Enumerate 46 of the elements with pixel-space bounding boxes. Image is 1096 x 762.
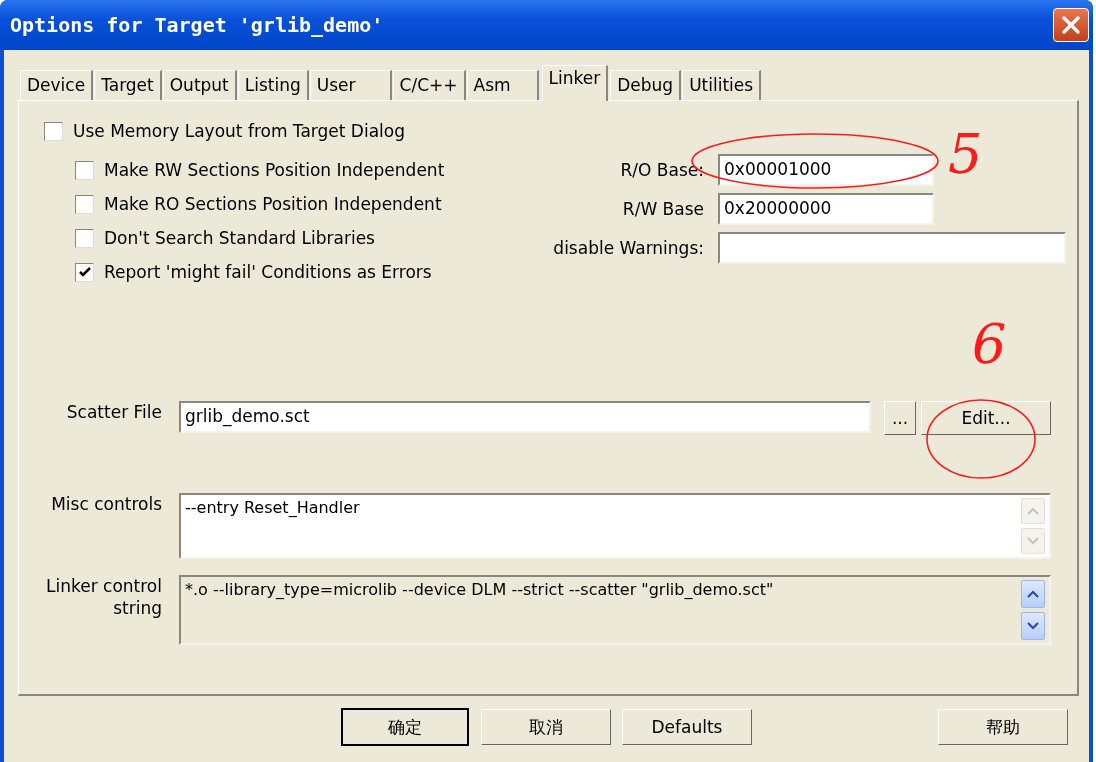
- edit-button[interactable]: Edit...: [921, 401, 1051, 435]
- dialog-button[interactable]: Defaults: [622, 709, 752, 745]
- checkbox-label: Don't Search Standard Libraries: [104, 228, 375, 248]
- tab[interactable]: Device: [20, 70, 94, 100]
- annotation-number: 5: [948, 128, 983, 182]
- checkbox[interactable]: [44, 121, 63, 141]
- field-label: R/W Base: [621, 199, 704, 219]
- dialog-button[interactable]: 确定: [342, 709, 468, 745]
- checkbox-label: Use Memory Layout from Target Dialog: [73, 121, 405, 141]
- checkbox[interactable]: [75, 228, 94, 248]
- window-title: Options for Target 'grlib_demo': [10, 13, 384, 37]
- input-field[interactable]: grlib_demo.sct: [179, 401, 871, 433]
- checkbox[interactable]: [75, 194, 94, 214]
- input-field[interactable]: 0x20000000: [718, 193, 934, 225]
- close-button[interactable]: [1053, 8, 1089, 42]
- tab[interactable]: C/C++: [392, 70, 466, 100]
- tab[interactable]: Listing: [237, 70, 309, 100]
- field-label: R/O Base:: [619, 160, 704, 180]
- dialog-button[interactable]: 取消: [481, 709, 611, 745]
- text-area-value: *.o --library_type=microlib --device DLM --strict --scatter "grlib_demo.sct": [185, 580, 774, 601]
- tab[interactable]: User: [309, 70, 392, 100]
- checkbox-label: Make RW Sections Position Independent: [104, 160, 445, 180]
- checkmark-icon: [77, 265, 92, 279]
- field-label: Linker control string: [45, 575, 162, 620]
- scroll-up-icon[interactable]: [1021, 580, 1045, 608]
- tab[interactable]: Linker: [541, 65, 609, 101]
- tab[interactable]: Asm: [466, 70, 539, 100]
- checkbox-label: Report 'might fail' Conditions as Errors: [104, 262, 432, 282]
- input-field[interactable]: [718, 232, 1066, 264]
- tab[interactable]: Utilities: [682, 70, 762, 100]
- checkbox[interactable]: [75, 262, 94, 282]
- field-label: Scatter File: [65, 401, 162, 423]
- checkbox-label: Make RO Sections Position Independent: [104, 194, 442, 214]
- checkbox[interactable]: [75, 160, 94, 180]
- annotation-number: 6: [972, 318, 1007, 372]
- tab[interactable]: Target: [94, 70, 162, 100]
- browse-button[interactable]: ...: [884, 401, 916, 435]
- close-icon: [1060, 14, 1082, 36]
- field-label: Misc controls: [50, 493, 162, 516]
- scroll-down-icon[interactable]: [1021, 612, 1045, 640]
- tab[interactable]: Debug: [610, 70, 682, 100]
- input-field[interactable]: 0x00001000: [718, 154, 934, 186]
- tab[interactable]: Output: [162, 70, 237, 100]
- field-label: disable Warnings:: [552, 238, 704, 258]
- text-area-value: --entry Reset_Handler: [185, 498, 360, 519]
- dialog-button[interactable]: 帮助: [938, 709, 1068, 745]
